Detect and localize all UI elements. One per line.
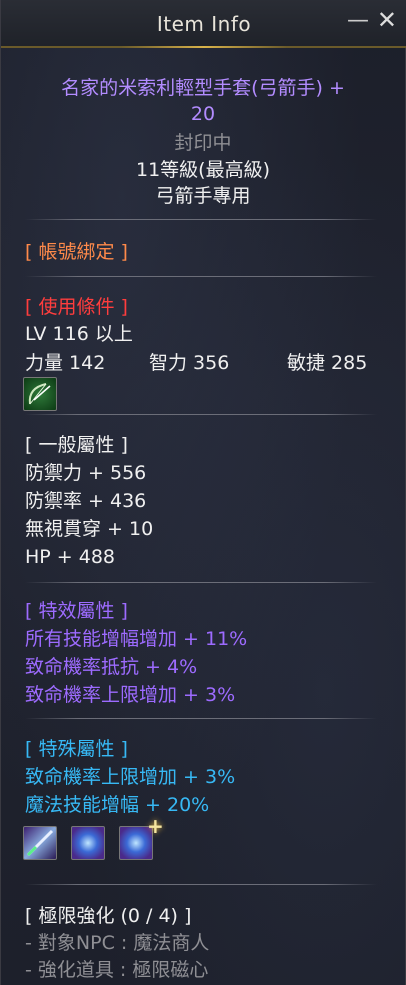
general-header: [ 一般屬性 ] <box>25 434 128 456</box>
plus-badge: + <box>147 814 164 838</box>
special-effect-stat: 所有技能增幅增加 + 11% <box>25 628 248 650</box>
binding-label: [ 帳號綁定 ] <box>25 241 128 263</box>
sword-skill-icon <box>23 826 57 860</box>
item-name-line2: 20 <box>190 103 216 125</box>
limit-enhance-item: - 強化道具 : 極限磁心 <box>25 959 209 981</box>
level-requirement: LV 116 以上 <box>25 323 133 345</box>
special-attrs-header: [ 特殊屬性 ] <box>25 738 128 760</box>
requirements-header: [ 使用條件 ] <box>25 296 128 318</box>
general-stat: 無視貫穿 + 10 <box>25 518 154 540</box>
dex-requirement: 敏捷 285 <box>287 352 368 374</box>
limit-enhance-header: [ 極限強化 (0 / 4) ] <box>25 905 192 927</box>
general-stat: HP + 488 <box>25 546 116 568</box>
item-info-window: Item Info — ✕ 名家的米索利輕型手套(弓箭手) + 20 封印中 1… <box>0 0 406 985</box>
divider <box>25 414 377 415</box>
general-stat: 防禦率 + 436 <box>25 490 147 512</box>
str-requirement: 力量 142 <box>25 352 106 374</box>
special-attr-stat: 魔法技能增幅 + 20% <box>25 794 210 816</box>
close-icon[interactable]: ✕ <box>377 6 397 34</box>
limit-enhance-npc: - 對象NPC : 魔法商人 <box>25 932 210 954</box>
special-effect-stat: 致命機率上限增加 + 3% <box>25 684 236 706</box>
divider <box>25 582 377 583</box>
item-grade: 11等級(最高級) <box>135 159 270 181</box>
class-restriction: 弓箭手專用 <box>155 185 251 207</box>
bow-icon <box>23 377 57 411</box>
general-stat: 防禦力 + 556 <box>25 462 147 484</box>
divider <box>25 884 377 885</box>
divider <box>25 718 377 719</box>
title-bar[interactable]: Item Info — ✕ <box>1 0 406 48</box>
special-effect-stat: 致命機率抵抗 + 4% <box>25 656 198 678</box>
divider <box>25 276 377 277</box>
minimize-icon[interactable]: — <box>347 8 369 33</box>
window-title: Item Info <box>156 12 252 36</box>
magic-hands-icon <box>71 826 105 860</box>
int-requirement: 智力 356 <box>149 352 230 374</box>
special-attr-stat: 致命機率上限增加 + 3% <box>25 766 236 788</box>
divider <box>25 219 377 220</box>
item-name-line1: 名家的米索利輕型手套(弓箭手) + <box>61 77 345 99</box>
special-effects-header: [ 特效屬性 ] <box>25 600 128 622</box>
sealed-status: 封印中 <box>174 132 232 154</box>
